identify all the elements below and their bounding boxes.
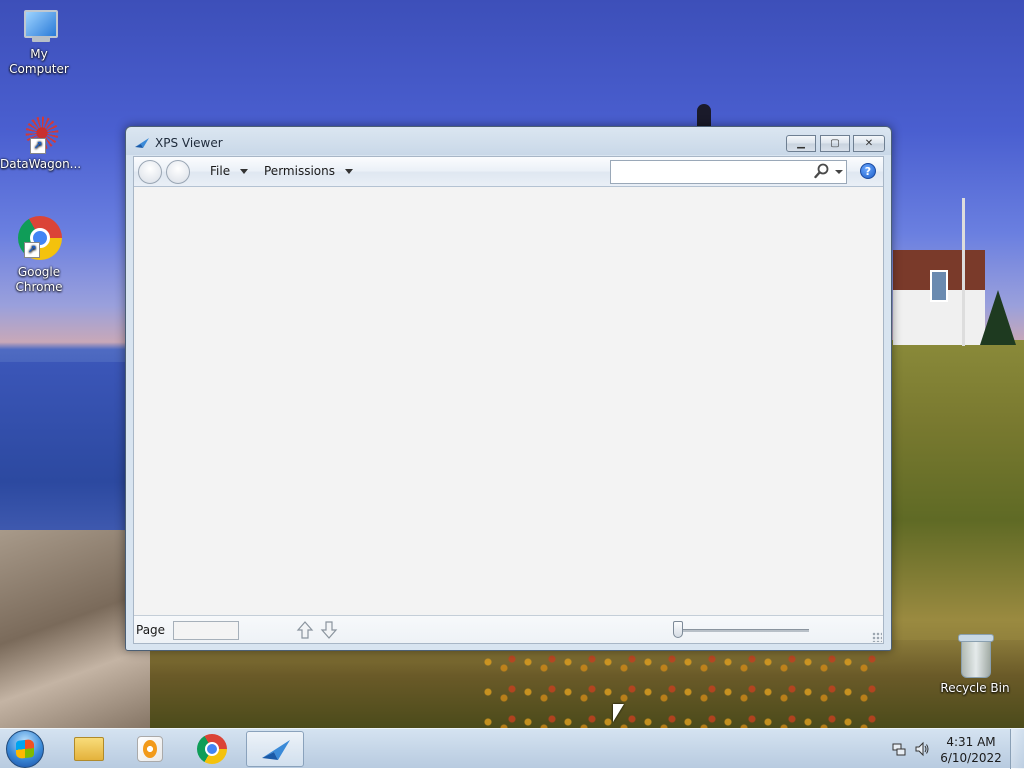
wallpaper-flowers	[480, 650, 880, 728]
recycle-bin-icon	[955, 632, 995, 678]
permissions-menu-label: Permissions	[264, 164, 335, 178]
mouse-cursor-icon	[613, 704, 624, 722]
chevron-down-icon	[240, 169, 249, 174]
document-area[interactable]	[134, 187, 883, 615]
desktop-icon-label: DataWagon...	[0, 157, 82, 171]
folder-icon	[74, 737, 104, 761]
xps-viewer-window: XPS Viewer ▁ ▢ ✕ File Permissions ? Page	[125, 126, 892, 651]
permissions-menu[interactable]: Permissions	[264, 164, 353, 178]
clock-date: 6/10/2022	[940, 751, 1002, 765]
file-menu-label: File	[210, 164, 231, 178]
close-button[interactable]: ✕	[853, 135, 885, 152]
show-desktop-button[interactable]	[1010, 729, 1024, 769]
wallpaper-flagpole	[962, 198, 965, 346]
window-title: XPS Viewer	[155, 136, 223, 150]
help-icon: ?	[864, 165, 872, 178]
taskbar-item-media-player[interactable]	[122, 731, 180, 767]
search-dropdown-icon[interactable]	[835, 170, 843, 174]
window-client-area: File Permissions ? Page	[133, 156, 884, 644]
maximize-button[interactable]: ▢	[820, 135, 850, 152]
xps-viewer-icon	[135, 138, 149, 148]
volume-icon[interactable]	[914, 741, 930, 757]
desktop-icon-label: Recycle Bin	[940, 681, 1010, 695]
status-bar: Page	[134, 615, 883, 643]
taskbar-item-google-chrome[interactable]	[184, 731, 242, 767]
chrome-icon: ↗	[16, 216, 62, 262]
wallpaper-lighthouse-top	[697, 104, 711, 126]
taskbar-item-xps-viewer[interactable]	[246, 731, 304, 767]
desktop-icon-label: Google Chrome	[15, 265, 63, 294]
wallpaper-house-window	[930, 270, 948, 302]
network-icon[interactable]	[892, 742, 906, 756]
page-number-input[interactable]	[173, 621, 239, 640]
chrome-icon	[197, 734, 227, 764]
taskbar-clock[interactable]: 4:31 AM 6/10/2022	[938, 734, 1004, 766]
next-page-button[interactable]	[320, 620, 338, 640]
xps-viewer-icon	[262, 740, 290, 760]
resize-grip[interactable]	[872, 632, 882, 642]
desktop-icon-my-computer[interactable]: My Computer	[0, 10, 78, 77]
desktop-icon-recycle-bin[interactable]: Recycle Bin	[936, 632, 1014, 696]
command-bar: File Permissions ?	[134, 157, 883, 187]
system-tray: 4:31 AM 6/10/2022	[888, 729, 1024, 769]
maximize-icon: ▢	[830, 138, 840, 149]
chevron-down-icon	[344, 169, 353, 174]
forward-button[interactable]	[166, 160, 190, 184]
minimize-icon: ▁	[797, 138, 805, 149]
desktop-icon-google-chrome[interactable]: ↗ Google Chrome	[0, 216, 78, 295]
back-button[interactable]	[138, 160, 162, 184]
previous-page-button[interactable]	[296, 620, 314, 640]
zoom-slider-track[interactable]	[679, 629, 809, 632]
minimize-button[interactable]: ▁	[786, 135, 816, 152]
computer-icon	[18, 10, 60, 44]
window-titlebar[interactable]: XPS Viewer ▁ ▢ ✕	[126, 127, 891, 157]
search-input[interactable]	[610, 160, 847, 184]
close-icon: ✕	[864, 138, 874, 149]
file-menu[interactable]: File	[210, 164, 249, 178]
desktop-icon-label: My Computer	[9, 47, 69, 76]
search-icon[interactable]	[814, 163, 830, 179]
wallpaper-tree	[980, 290, 1016, 345]
desktop-icon-datawagon[interactable]: ↗ DataWagon...	[0, 114, 82, 172]
start-button[interactable]	[6, 730, 44, 768]
clock-time: 4:31 AM	[946, 735, 996, 749]
zoom-slider-thumb[interactable]	[673, 621, 683, 638]
shortcut-arrow-icon: ↗	[24, 242, 40, 258]
datawagon-icon: ↗	[18, 114, 61, 154]
help-button[interactable]: ?	[860, 163, 876, 179]
taskbar: 4:31 AM 6/10/2022	[0, 728, 1024, 769]
shortcut-arrow-icon: ↗	[30, 138, 46, 154]
page-label: Page	[136, 623, 166, 637]
media-player-icon	[137, 736, 163, 762]
taskbar-item-windows-explorer[interactable]	[60, 731, 118, 767]
windows-logo-icon	[16, 739, 34, 759]
